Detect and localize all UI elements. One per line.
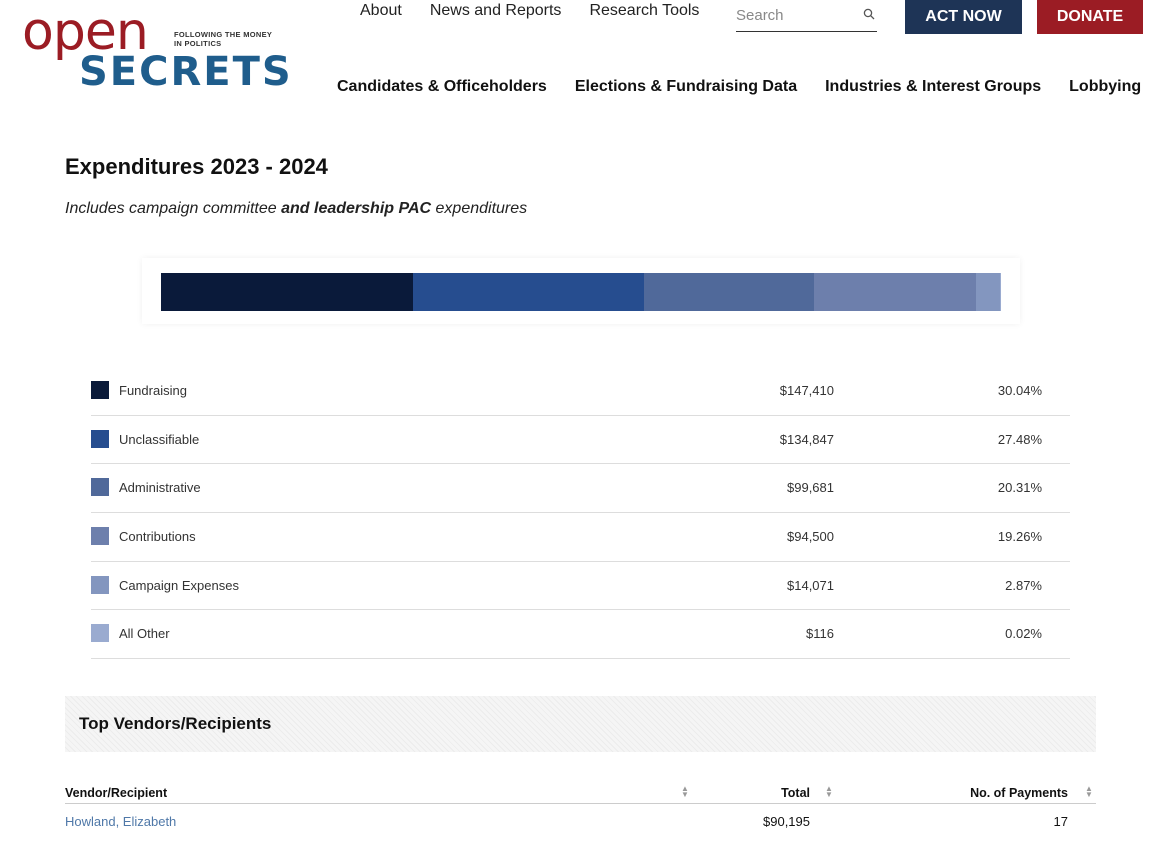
utility-nav: About News and Reports Research Tools <box>360 2 699 20</box>
legend-swatch <box>91 429 109 448</box>
vendor-payments: 17 <box>1053 814 1068 829</box>
nav-research-tools[interactable]: Research Tools <box>589 2 699 20</box>
legend-label: Contributions <box>119 529 196 545</box>
search-box <box>736 2 877 32</box>
legend-percent: 0.02% <box>1005 626 1042 642</box>
bar-segment-contributions[interactable] <box>814 273 976 311</box>
page-title: Expenditures 2023 - 2024 <box>65 154 328 179</box>
logo-tagline: FOLLOWING THE MONEY IN POLITICS <box>174 30 273 48</box>
legend-amount: $116 <box>806 626 834 642</box>
expenditure-legend: Fundraising $147,410 30.04% Unclassifiab… <box>91 367 1070 660</box>
nav-lobbying[interactable]: Lobbying <box>1069 78 1141 96</box>
legend-label: Fundraising <box>119 383 187 398</box>
main-nav: Candidates & Officeholders Elections & F… <box>337 78 1141 96</box>
table-header: Vendor/Recipient ▲ ▼ Total ▲ ▼ No. of Paym… <box>65 782 1096 804</box>
vendor-total: $90,195 <box>763 814 810 829</box>
search-input[interactable] <box>736 2 856 28</box>
legend-label: All Other <box>119 626 170 642</box>
legend-amount: $94,500 <box>787 529 834 545</box>
sort-icon[interactable]: ▲ ▼ <box>1085 785 1093 799</box>
legend-percent: 19.26% <box>997 529 1042 545</box>
logo-secrets-text: SECRETS <box>79 49 293 95</box>
legend-amount: $99,681 <box>787 480 834 496</box>
legend-row: Unclassifiable $134,847 27.48% <box>91 416 1070 465</box>
bar-segment-fundraising[interactable] <box>161 273 414 311</box>
legend-row: Contributions $94,500 19.26% <box>91 513 1070 562</box>
opensecrets-logo[interactable]: open FOLLOWING THE MONEY IN POLITICS SEC… <box>22 2 291 94</box>
legend-label: Unclassifiable <box>119 431 200 447</box>
legend-amount: $147,410 <box>779 383 834 398</box>
legend-swatch <box>91 381 109 399</box>
legend-percent: 27.48% <box>997 431 1042 447</box>
act-now-button[interactable]: ACT NOW <box>905 0 1022 34</box>
bar-segment-all-other[interactable] <box>1000 273 1002 311</box>
donate-button[interactable]: DONATE <box>1037 0 1143 34</box>
expenditure-stacked-bar <box>161 273 1002 311</box>
vendors-table: Vendor/Recipient ▲ ▼ Total ▲ ▼ No. of Paym… <box>65 782 1096 834</box>
top-vendors-header: Top Vendors/Recipients <box>65 696 1096 752</box>
legend-amount: $14,071 <box>787 577 834 593</box>
subtitle-post: expenditures <box>431 200 528 217</box>
legend-swatch <box>91 478 109 497</box>
subtitle-pre: Includes campaign committee <box>65 200 282 217</box>
legend-label: Administrative <box>119 480 201 496</box>
page-subtitle: Includes campaign committee and leadersh… <box>65 200 527 218</box>
legend-swatch <box>91 527 109 546</box>
nav-elections-fundraising-data[interactable]: Elections & Fundraising Data <box>575 78 797 96</box>
legend-row: Fundraising $147,410 30.04% <box>91 367 1070 416</box>
column-header-vendor[interactable]: Vendor/Recipient <box>65 786 167 800</box>
search-icon[interactable] <box>863 8 875 20</box>
legend-amount: $134,847 <box>779 431 834 447</box>
top-vendors-title: Top Vendors/Recipients <box>79 714 272 733</box>
column-header-payments[interactable]: No. of Payments <box>970 786 1068 800</box>
nav-news-and-reports[interactable]: News and Reports <box>430 2 562 20</box>
vendor-link[interactable]: Howland, Elizabeth <box>65 814 176 829</box>
legend-row: Administrative $99,681 20.31% <box>91 464 1070 514</box>
nav-candidates-officeholders[interactable]: Candidates & Officeholders <box>337 78 547 96</box>
sort-icon[interactable]: ▲ ▼ <box>825 785 833 799</box>
sort-icon[interactable]: ▲ ▼ <box>681 785 689 799</box>
legend-label: Campaign Expenses <box>119 577 239 593</box>
table-row: Howland, Elizabeth $90,195 17 <box>65 804 1096 834</box>
column-header-total[interactable]: Total <box>781 786 810 800</box>
nav-about[interactable]: About <box>360 2 402 20</box>
nav-industries-interest-groups[interactable]: Industries & Interest Groups <box>825 78 1041 96</box>
legend-row: Campaign Expenses $14,071 2.87% <box>91 562 1070 611</box>
legend-swatch <box>91 575 109 594</box>
legend-percent: 30.04% <box>997 383 1042 398</box>
bar-segment-administrative[interactable] <box>643 273 815 311</box>
bar-segment-unclassifiable[interactable] <box>413 273 644 311</box>
legend-swatch <box>91 624 109 643</box>
legend-percent: 20.31% <box>997 480 1042 496</box>
legend-percent: 2.87% <box>1005 577 1042 593</box>
legend-row: All Other $116 0.02% <box>91 610 1070 660</box>
subtitle-bold: and leadership PAC <box>281 200 432 217</box>
bar-segment-campaign-expenses[interactable] <box>975 273 1001 311</box>
